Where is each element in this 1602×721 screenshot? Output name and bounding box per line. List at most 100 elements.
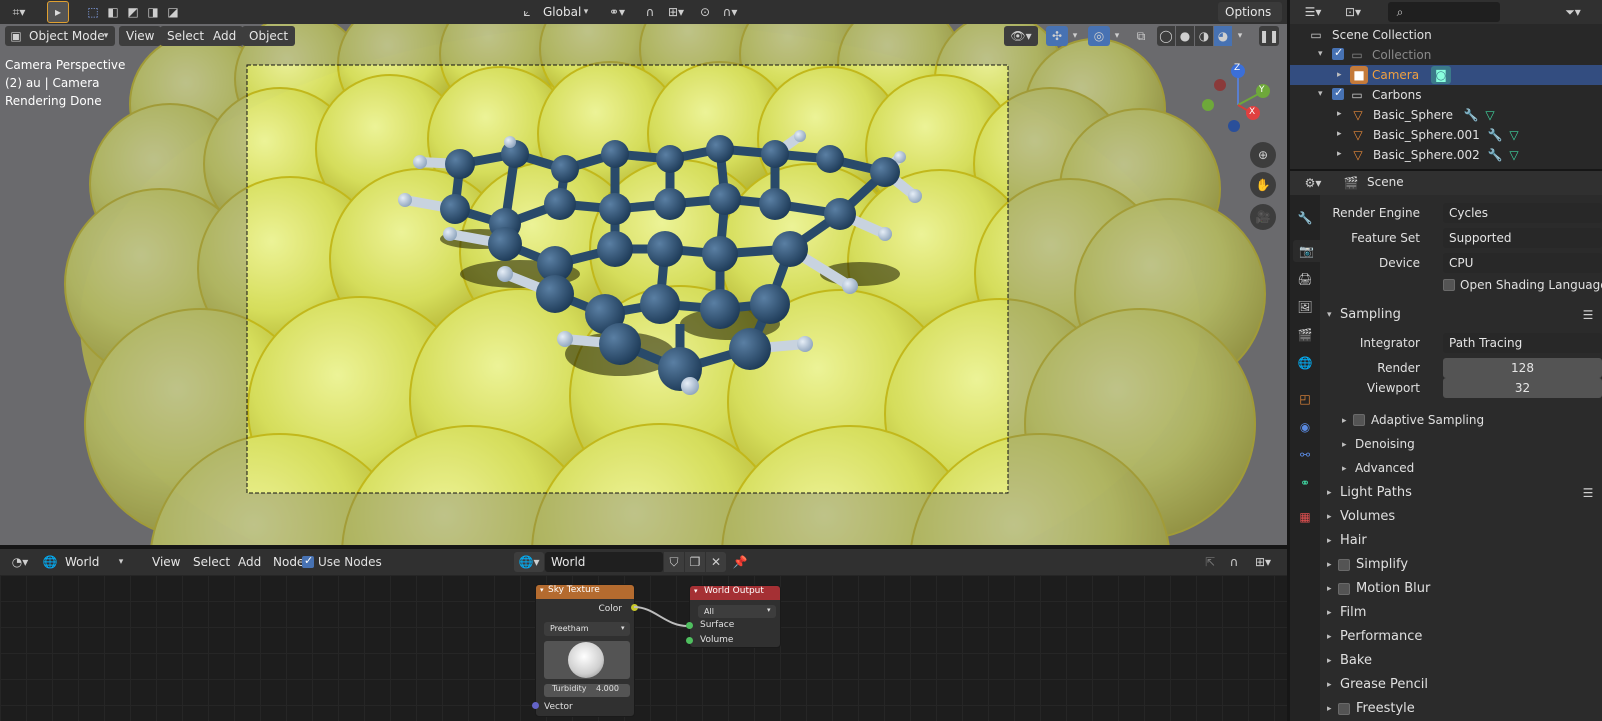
overlay-dropdown-icon[interactable]: ▾ — [1110, 26, 1124, 46]
world-tab-icon[interactable]: 🌐 — [1293, 352, 1317, 374]
texture-tab-icon[interactable]: ▦ — [1293, 506, 1317, 528]
mesh-data-icon[interactable]: ▽ — [1482, 106, 1498, 124]
scene-tab-icon[interactable]: 🎬 — [1293, 324, 1317, 346]
outliner-type-icon[interactable]: ☰▾ — [1298, 2, 1328, 22]
light-paths-panel[interactable]: Light Paths — [1340, 485, 1412, 500]
expand-arrow-icon[interactable]: ▾ — [1318, 49, 1323, 59]
select-tool-icon[interactable]: ▸ — [47, 1, 69, 23]
camera-view-icon[interactable]: 🎥 — [1250, 204, 1276, 230]
proportional-edit-icon[interactable]: ⊙ — [696, 2, 714, 22]
pause-render-icon[interactable]: ❚❚ — [1259, 26, 1279, 46]
volumes-panel[interactable]: Volumes — [1340, 509, 1395, 524]
osl-checkbox[interactable] — [1443, 279, 1455, 291]
area-divider[interactable] — [0, 545, 1290, 549]
pin-icon[interactable]: 📌 — [730, 552, 750, 572]
simplify-checkbox[interactable] — [1338, 559, 1350, 571]
performance-panel[interactable]: Performance — [1340, 629, 1422, 644]
fake-user-shield-icon[interactable]: ⛉ — [664, 552, 684, 572]
list-menu-icon[interactable]: ☰ — [1578, 305, 1598, 325]
collapse-arrow-icon[interactable]: ▾ — [540, 586, 544, 594]
xray-icon[interactable]: ⧉ — [1132, 26, 1150, 46]
tool-tab-icon[interactable]: 🔧 — [1293, 207, 1317, 229]
grease-pencil-panel[interactable]: Grease Pencil — [1340, 677, 1428, 692]
world-browse-icon[interactable]: 🌐▾ — [514, 552, 544, 572]
rendered-shading-icon[interactable]: ◕ — [1214, 26, 1232, 46]
outliner-item-carbons[interactable]: Carbons — [1372, 88, 1421, 102]
wireframe-shading-icon[interactable]: ◯ — [1157, 26, 1175, 46]
expand-arrow-icon[interactable]: ▸ — [1337, 149, 1342, 159]
expand-arrow-icon[interactable]: ▸ — [1327, 584, 1332, 594]
mesh-data-icon[interactable]: ▽ — [1506, 146, 1522, 164]
unlink-close-icon[interactable]: ✕ — [706, 552, 726, 572]
expand-arrow-icon[interactable]: ▸ — [1342, 440, 1347, 450]
editor-type-icon[interactable]: ◔▾ — [5, 552, 35, 572]
editor-type-icon[interactable]: ⌗▾ — [4, 2, 34, 22]
bake-panel[interactable]: Bake — [1340, 653, 1372, 668]
physics-tab-icon[interactable]: ◉ — [1293, 416, 1317, 438]
advanced-label[interactable]: Advanced — [1355, 461, 1414, 475]
pivot-icon[interactable]: ⚭▾ — [604, 2, 630, 22]
properties-type-icon[interactable]: ⚙▾ — [1298, 173, 1328, 193]
carbons-checkbox[interactable] — [1332, 86, 1344, 100]
output-tab-icon[interactable]: 🖨 — [1293, 268, 1317, 290]
modifier-wrench-icon[interactable]: 🔧 — [1463, 106, 1479, 124]
overlay-toggle-icon[interactable]: ◎ — [1088, 26, 1110, 46]
select-invert-icon[interactable]: ◨ — [144, 2, 162, 22]
expand-arrow-icon[interactable]: ▸ — [1327, 704, 1332, 714]
world-name-field[interactable]: World — [545, 552, 663, 572]
falloff-icon[interactable]: ∩▾ — [716, 2, 744, 22]
node-menu-add[interactable]: Add — [231, 552, 269, 572]
motion-blur-checkbox[interactable] — [1338, 583, 1350, 595]
expand-arrow-icon[interactable]: ▸ — [1337, 129, 1342, 139]
viewport-menu-select[interactable]: Select — [160, 26, 212, 46]
material-shading-icon[interactable]: ◑ — [1195, 26, 1213, 46]
select-intersect-icon[interactable]: ◪ — [164, 2, 182, 22]
parent-node-icon[interactable]: ⇱ — [1200, 552, 1220, 572]
display-mode-icon[interactable]: ⊡▾ — [1338, 2, 1368, 22]
select-box-icon[interactable]: ⬚ — [84, 2, 102, 22]
outliner-root-label[interactable]: Scene Collection — [1332, 28, 1432, 42]
expand-arrow-icon[interactable]: ▸ — [1342, 416, 1347, 426]
select-extend-icon[interactable]: ◧ — [104, 2, 122, 22]
gizmo-toggle-icon[interactable]: ✣ — [1046, 26, 1068, 46]
sky-texture-node[interactable]: Sky Texture ▾ Color Preetham ▾ Turbidity… — [535, 584, 635, 717]
expand-arrow-icon[interactable]: ▸ — [1327, 608, 1332, 618]
collection-checkbox[interactable] — [1332, 46, 1344, 60]
world-output-node[interactable]: World Output ▾ All ▾ Surface Volume — [689, 585, 781, 648]
shading-dropdown-icon[interactable]: ▾ — [1233, 26, 1247, 46]
viewport-menu-object[interactable]: Object — [242, 26, 296, 46]
solid-shading-icon[interactable]: ● — [1176, 26, 1194, 46]
hair-panel[interactable]: Hair — [1340, 533, 1367, 548]
expand-arrow-icon[interactable]: ▸ — [1327, 512, 1332, 522]
expand-arrow-icon[interactable]: ▸ — [1337, 109, 1342, 119]
expand-arrow-icon[interactable]: ▸ — [1327, 656, 1332, 666]
device-select[interactable]: CPU — [1443, 253, 1602, 273]
motion-blur-panel[interactable]: Motion Blur — [1356, 581, 1430, 596]
modifier-wrench-icon[interactable]: 🔧 — [1487, 146, 1503, 164]
feature-set-select[interactable]: Supported — [1443, 228, 1602, 248]
modifier-wrench-icon[interactable]: 🔧 — [1487, 126, 1503, 144]
viewport-menu-add[interactable]: Add — [206, 26, 244, 46]
viewport-3d[interactable] — [0, 24, 1287, 545]
freestyle-panel[interactable]: Freestyle — [1356, 701, 1415, 716]
snap-icon[interactable]: ∩ — [640, 2, 660, 22]
render-engine-select[interactable]: Cycles — [1443, 203, 1602, 223]
use-nodes-checkbox[interactable] — [302, 554, 314, 568]
area-divider[interactable] — [1287, 0, 1290, 721]
select-subtract-icon[interactable]: ◩ — [124, 2, 142, 22]
sky-preview[interactable] — [544, 641, 630, 679]
expand-arrow-icon[interactable]: ▸ — [1327, 632, 1332, 642]
render-tab-icon[interactable]: 📷 — [1293, 240, 1320, 262]
object-tab-icon[interactable]: ◰ — [1293, 388, 1317, 410]
adaptive-sampling-checkbox[interactable] — [1353, 414, 1365, 426]
zoom-icon[interactable]: ⊕ — [1250, 142, 1276, 168]
snap-node-target-icon[interactable]: ⊞▾ — [1246, 552, 1280, 572]
filter-icon[interactable]: ⏷▾ — [1558, 2, 1588, 22]
pan-hand-icon[interactable]: ✋ — [1250, 172, 1276, 198]
expand-arrow-icon[interactable]: ▸ — [1337, 70, 1342, 80]
outliner-item-basic-sphere[interactable]: Basic_Sphere — [1373, 108, 1453, 122]
sky-model-select[interactable]: Preetham — [544, 622, 630, 636]
sky-vector-socket[interactable] — [532, 702, 539, 709]
camera-data-icon[interactable]: ◙ — [1431, 66, 1451, 84]
adaptive-sampling-label[interactable]: Adaptive Sampling — [1371, 413, 1484, 427]
